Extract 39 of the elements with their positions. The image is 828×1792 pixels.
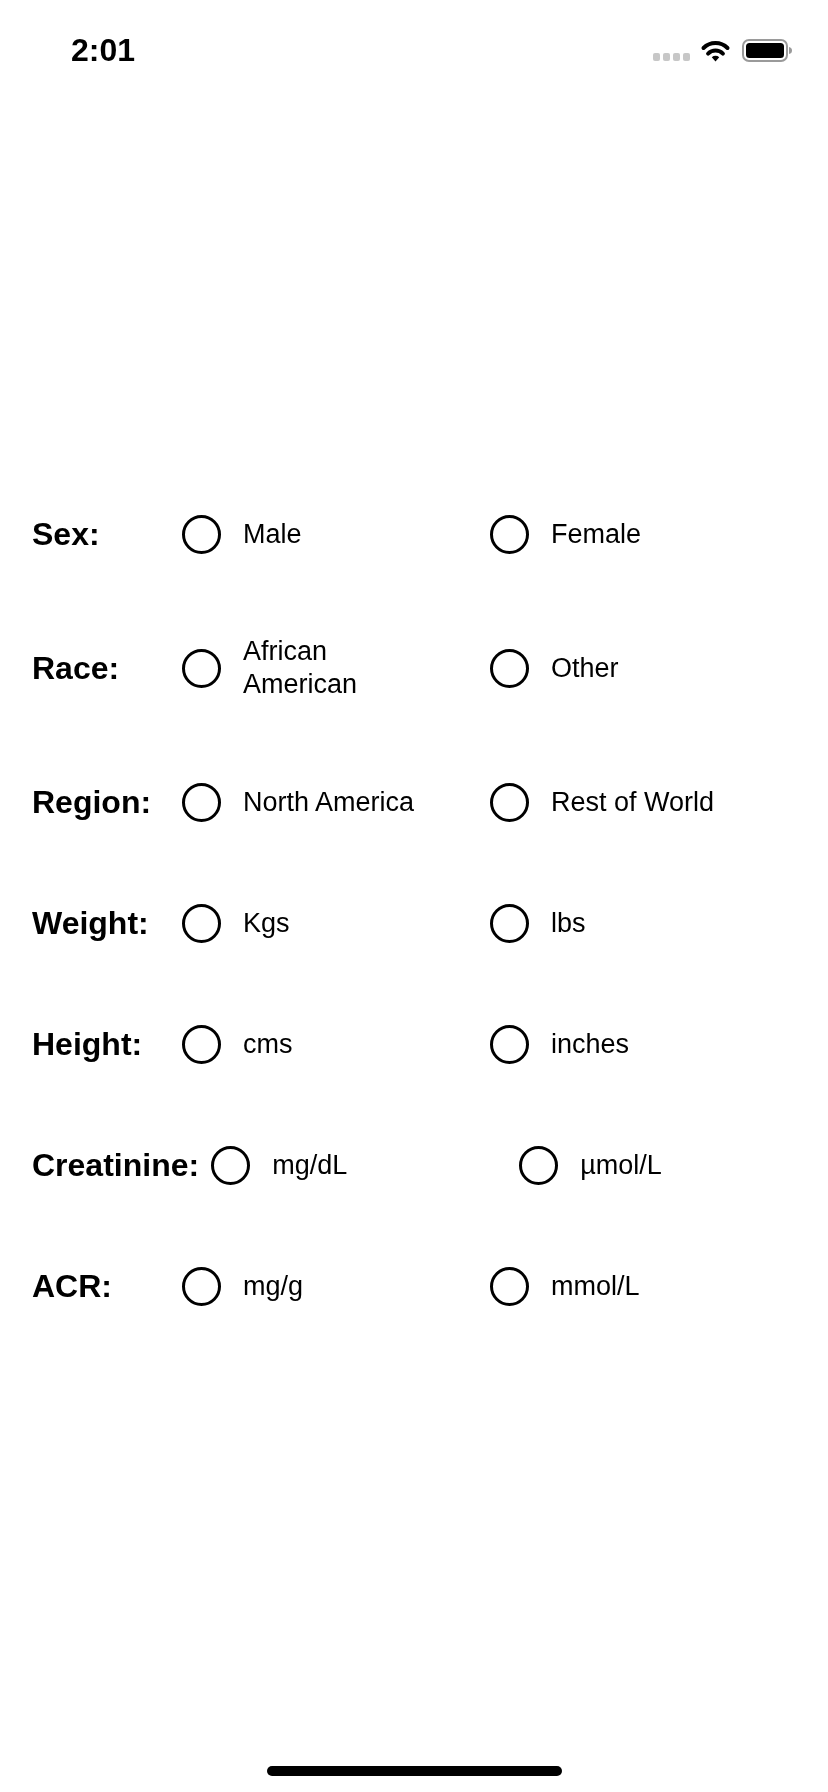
signal-icon [653, 53, 690, 61]
option-label: µmol/L [580, 1148, 662, 1182]
radio-button[interactable] [490, 1266, 529, 1306]
field-label: Race: [32, 649, 121, 688]
option-label: lbs [551, 906, 586, 940]
radio-button[interactable] [182, 782, 221, 822]
field-label: Weight: [32, 904, 150, 943]
wifi-icon [700, 38, 731, 62]
field-label: Sex: [32, 515, 101, 554]
field-label: ACR: [32, 1267, 113, 1306]
radio-button[interactable] [211, 1145, 251, 1185]
radio-button[interactable] [182, 1266, 221, 1306]
field-label: Creatinine: [32, 1146, 201, 1185]
radio-button[interactable] [490, 903, 529, 943]
option-label: African American [243, 635, 359, 701]
radio-button[interactable] [182, 1024, 221, 1064]
option-label: North America [243, 785, 415, 819]
radio-button[interactable] [519, 1145, 559, 1185]
radio-button[interactable] [182, 514, 221, 554]
radio-button[interactable] [490, 782, 529, 822]
field-label: Region: [32, 783, 153, 822]
radio-button[interactable] [490, 648, 529, 688]
option-label: Other [551, 651, 619, 685]
radio-button[interactable] [490, 1024, 529, 1064]
option-label: mg/g [243, 1269, 304, 1303]
option-label: Male [243, 517, 302, 551]
radio-button[interactable] [182, 648, 221, 688]
option-label: mmol/L [551, 1269, 640, 1303]
option-label: inches [551, 1027, 630, 1061]
field-label: Height: [32, 1025, 144, 1064]
radio-button[interactable] [182, 903, 221, 943]
option-label: mg/dL [272, 1148, 348, 1182]
option-label: Kgs [243, 906, 290, 940]
option-label: cms [243, 1027, 293, 1061]
status-time: 2:01 [71, 31, 136, 70]
battery-icon [742, 38, 792, 62]
option-label: Rest of World [551, 785, 715, 819]
option-label: Female [551, 517, 642, 551]
radio-button[interactable] [490, 514, 529, 554]
